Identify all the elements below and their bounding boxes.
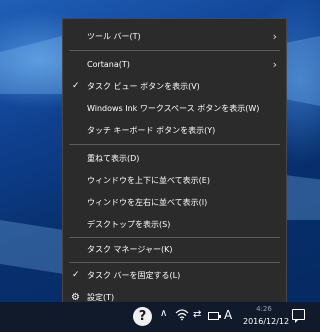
clock-time[interactable]: 4:26 bbox=[244, 305, 284, 313]
sync-icon[interactable]: ⇄ bbox=[193, 309, 201, 320]
menu-item-cortana[interactable]: Cortana(T) › bbox=[63, 53, 286, 75]
menu-item-show-desktop[interactable]: デスクトップを表示(S) bbox=[63, 213, 286, 235]
menu-item-lock-taskbar[interactable]: ✓ タスク バーを固定する(L) bbox=[63, 264, 286, 286]
menu-separator bbox=[69, 144, 280, 145]
battery-icon[interactable] bbox=[208, 312, 221, 320]
menu-item-cascade[interactable]: 重ねて表示(D) bbox=[63, 147, 286, 169]
light-beam bbox=[285, 36, 320, 106]
help-icon[interactable]: ? bbox=[133, 307, 152, 326]
taskbar[interactable]: ? ∧ ⇄ A 4:26 2016/12/12 bbox=[0, 302, 320, 332]
menu-item-label: タスク マネージャー(K) bbox=[87, 244, 173, 254]
menu-item-toolbar[interactable]: ツール バー(T) › bbox=[63, 25, 286, 47]
menu-item-ink-workspace[interactable]: Windows Ink ワークスペース ボタンを表示(W) bbox=[63, 97, 286, 119]
submenu-arrow-icon: › bbox=[272, 57, 277, 71]
light-beam bbox=[285, 175, 320, 220]
ime-indicator[interactable]: A bbox=[224, 308, 232, 322]
gear-icon: ⚙ bbox=[71, 291, 80, 303]
menu-item-label: ウィンドウを上下に並べて表示(E) bbox=[87, 175, 210, 185]
wifi-icon[interactable] bbox=[175, 306, 189, 325]
menu-separator bbox=[69, 50, 280, 51]
submenu-arrow-icon: › bbox=[272, 29, 277, 43]
menu-item-label: Cortana(T) bbox=[87, 59, 130, 69]
menu-item-label: 設定(T) bbox=[87, 292, 115, 302]
menu-item-label: ツール バー(T) bbox=[87, 31, 141, 41]
menu-item-label: タッチ キーボード ボタンを表示(Y) bbox=[87, 125, 216, 135]
menu-separator bbox=[69, 262, 280, 263]
show-hidden-icons-chevron-icon[interactable]: ∧ bbox=[160, 308, 167, 319]
clock-date[interactable]: 2016/12/12 bbox=[243, 317, 289, 326]
light-beam bbox=[0, 220, 70, 275]
checkmark-icon: ✓ bbox=[72, 270, 80, 280]
menu-item-label: ウィンドウを左右に並べて表示(I) bbox=[87, 197, 208, 207]
menu-item-task-manager[interactable]: タスク マネージャー(K) bbox=[63, 238, 286, 260]
taskbar-context-menu: ツール バー(T) › Cortana(T) › ✓ タスク ビュー ボタンを表… bbox=[62, 18, 287, 312]
menu-item-label: デスクトップを表示(S) bbox=[87, 219, 171, 229]
checkmark-icon: ✓ bbox=[72, 81, 80, 91]
menu-item-label: タスク バーを固定する(L) bbox=[87, 270, 181, 280]
menu-item-task-view[interactable]: ✓ タスク ビュー ボタンを表示(V) bbox=[63, 75, 286, 97]
menu-item-label: 重ねて表示(D) bbox=[87, 153, 140, 163]
menu-item-label: タスク ビュー ボタンを表示(V) bbox=[87, 81, 200, 91]
menu-item-side-by-side[interactable]: ウィンドウを左右に並べて表示(I) bbox=[63, 191, 286, 213]
light-beam bbox=[0, 34, 70, 94]
action-center-icon[interactable] bbox=[292, 309, 305, 323]
menu-item-label: Windows Ink ワークスペース ボタンを表示(W) bbox=[87, 103, 260, 113]
menu-item-stacked[interactable]: ウィンドウを上下に並べて表示(E) bbox=[63, 169, 286, 191]
menu-item-touch-keyboard[interactable]: タッチ キーボード ボタンを表示(Y) bbox=[63, 119, 286, 141]
